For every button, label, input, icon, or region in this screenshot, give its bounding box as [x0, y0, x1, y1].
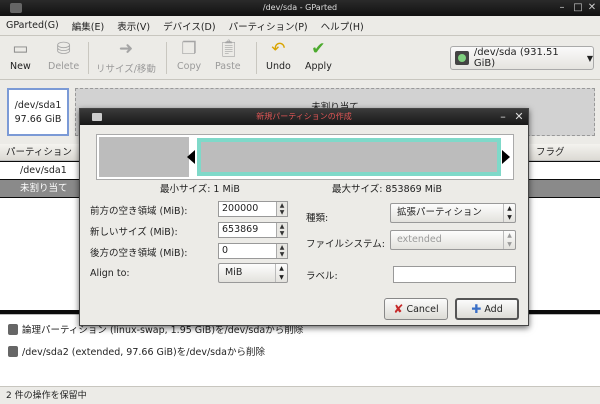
new-label: New — [10, 61, 31, 72]
align-value: MiB — [225, 267, 243, 278]
graph-partition-sda1[interactable]: /dev/sda1 97.66 GiB — [7, 88, 69, 136]
cancel-label: Cancel — [406, 303, 439, 315]
new-button[interactable]: ▭ New — [10, 39, 31, 72]
paste-label: Paste — [215, 61, 241, 72]
dialog-menu-icon[interactable] — [92, 113, 102, 121]
window-title: /dev/sda - GParted — [262, 3, 338, 12]
dialog-titlebar: 新規パーティションの作成 – ✕ — [80, 109, 528, 125]
combo-arrows-icon: ▲ ▼ — [503, 231, 515, 249]
new-partition-dialog: 新規パーティションの作成 – ✕ 最小サイズ: 1 MiB 最大サイズ: 853… — [79, 108, 529, 326]
free-before-value: 200000 — [222, 203, 259, 214]
column-partition[interactable]: パーティション — [6, 144, 72, 161]
combo-arrows-icon: ▲ ▼ — [275, 264, 287, 282]
free-after-label: 後方の空き領域 (MiB): — [90, 248, 188, 259]
row-partition: /dev/sda1 — [20, 165, 67, 176]
add-label: Add — [484, 303, 503, 315]
menu-partition[interactable]: パーティション(P) — [229, 19, 308, 33]
partition-label-label: ラベル: — [306, 271, 338, 282]
device-label: /dev/sda (931.51 GiB) — [473, 47, 559, 69]
align-label: Align to: — [90, 268, 130, 279]
free-before-label: 前方の空き領域 (MiB): — [90, 206, 188, 217]
new-size-spinner[interactable]: 653869 ▲ ▼ — [218, 222, 288, 238]
type-combo[interactable]: 拡張パーティション ▲ ▼ — [390, 203, 516, 223]
chevron-down-icon: ▼ — [586, 53, 593, 63]
dialog-close-icon[interactable]: ✕ — [512, 110, 526, 124]
menubar: GParted(G) 編集(E) 表示(V) デバイス(D) パーティション(P… — [0, 16, 600, 36]
paste-icon: 📋︎ — [217, 39, 240, 59]
resize-left-handle-icon[interactable] — [187, 150, 195, 164]
combo-arrows-icon: ▲ ▼ — [503, 204, 515, 222]
operation-icon — [8, 323, 18, 335]
min-size-label: 最小サイズ: 1 MiB — [160, 184, 240, 195]
new-size-label: 新しいサイズ (MiB): — [90, 227, 178, 238]
row-partition: 未割り当て — [20, 183, 68, 194]
menu-device[interactable]: デバイス(D) — [163, 19, 215, 33]
device-selector[interactable]: /dev/sda (931.51 GiB) ▼ — [450, 46, 594, 70]
add-button[interactable]: ✚ Add — [455, 298, 519, 320]
dialog-minimize-icon[interactable]: – — [496, 110, 510, 124]
toolbar-separator — [256, 42, 257, 74]
resizer-free-space — [99, 137, 189, 177]
toolbar-separator — [166, 42, 167, 74]
type-value: 拡張パーティション — [397, 207, 482, 218]
menu-help[interactable]: ヘルプ(H) — [321, 19, 364, 33]
filesystem-value: extended — [397, 234, 442, 245]
align-combo[interactable]: MiB ▲ ▼ — [218, 263, 288, 283]
resize-icon: ➜ — [118, 39, 134, 59]
graph-partition-name: /dev/sda1 — [14, 100, 62, 111]
graph-partition-size: 97.66 GiB — [14, 114, 62, 125]
list-item[interactable]: /dev/sda2 (extended, 97.66 GiB)を/dev/sda… — [8, 344, 265, 358]
add-icon: ✚ — [471, 302, 482, 316]
status-bar: 2 件の操作を保留中 — [0, 386, 600, 404]
undo-label: Undo — [266, 61, 291, 72]
status-text: 2 件の操作を保留中 — [6, 391, 87, 401]
paste-button[interactable]: 📋︎ Paste — [215, 39, 241, 72]
resize-right-handle-icon[interactable] — [502, 150, 510, 164]
spinner-arrows-icon[interactable]: ▲ ▼ — [276, 202, 287, 216]
window-titlebar: /dev/sda - GParted – □ ✕ — [0, 0, 600, 16]
checkmark-icon: ✔ — [311, 39, 326, 59]
minimize-icon[interactable]: – — [556, 2, 568, 14]
apply-button[interactable]: ✔ Apply — [305, 39, 332, 72]
toolbar-separator — [88, 42, 89, 74]
undo-button[interactable]: ↶ Undo — [266, 39, 291, 72]
close-icon[interactable]: ✕ — [586, 2, 598, 14]
harddisk-icon — [455, 51, 469, 65]
spinner-arrows-icon[interactable]: ▲ ▼ — [276, 244, 287, 258]
delete-label: Delete — [48, 61, 80, 72]
new-size-value: 653869 — [222, 224, 259, 235]
operation-icon — [8, 345, 18, 357]
dialog-title: 新規パーティションの作成 — [256, 112, 352, 121]
partition-resizer[interactable] — [96, 134, 514, 180]
maximize-icon[interactable]: □ — [572, 2, 584, 14]
resize-label: リサイズ/移動 — [96, 64, 156, 75]
apply-label: Apply — [305, 61, 332, 72]
free-after-spinner[interactable]: 0 ▲ ▼ — [218, 243, 288, 259]
copy-label: Copy — [177, 61, 202, 72]
filesystem-combo[interactable]: extended ▲ ▼ — [390, 230, 516, 250]
type-label: 種類: — [306, 213, 329, 224]
max-size-label: 最大サイズ: 853869 MiB — [332, 184, 443, 195]
spinner-arrows-icon[interactable]: ▲ ▼ — [276, 223, 287, 237]
new-icon: ▭ — [12, 39, 29, 59]
menu-view[interactable]: 表示(V) — [117, 19, 150, 33]
menu-edit[interactable]: 編集(E) — [72, 19, 104, 33]
copy-button[interactable]: ❐ Copy — [177, 39, 201, 72]
resizer-partition-block[interactable] — [197, 138, 501, 176]
menu-gparted[interactable]: GParted(G) — [6, 20, 59, 31]
cancel-button[interactable]: ✘ Cancel — [384, 298, 448, 320]
delete-icon: ⛁ — [56, 39, 71, 59]
resize-button[interactable]: ➜ リサイズ/移動 — [96, 39, 156, 75]
undo-icon: ↶ — [271, 39, 286, 59]
partition-label-input[interactable] — [393, 266, 516, 283]
column-flags[interactable]: フラグ — [536, 144, 565, 161]
copy-icon: ❐ — [181, 39, 197, 59]
free-after-value: 0 — [222, 245, 229, 256]
window-menu-icon[interactable] — [10, 3, 22, 13]
free-before-spinner[interactable]: 200000 ▲ ▼ — [218, 201, 288, 217]
delete-button[interactable]: ⛁ Delete — [48, 39, 79, 72]
operation-text: /dev/sda2 (extended, 97.66 GiB)を/dev/sda… — [22, 347, 265, 358]
filesystem-label: ファイルシステム: — [306, 239, 385, 250]
cancel-icon: ✘ — [393, 302, 404, 316]
